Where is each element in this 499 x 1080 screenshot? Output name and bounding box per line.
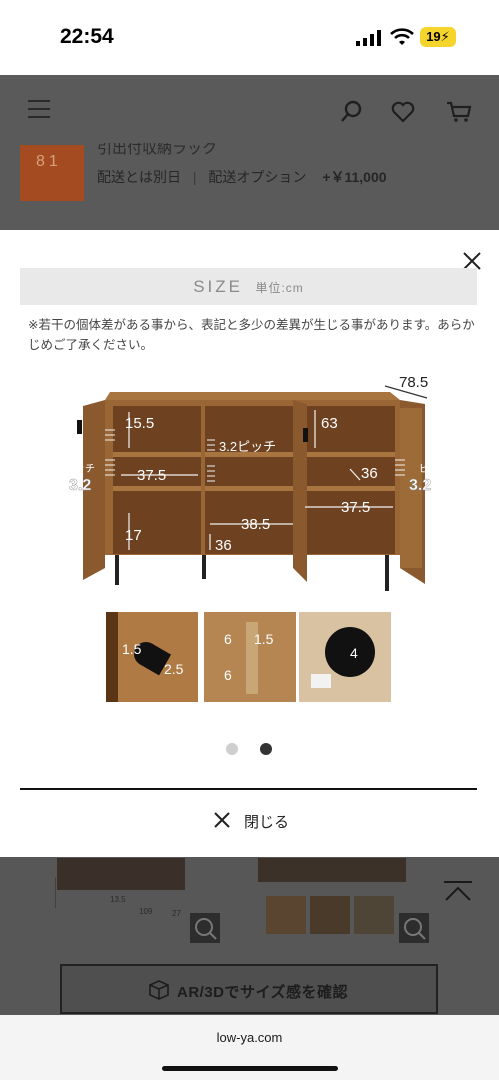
- battery-level: 19: [426, 29, 441, 44]
- shipping-option-label[interactable]: 配送オプション: [208, 169, 306, 185]
- ar-button-label: AR/3Dでサイズ感を確認: [177, 984, 349, 1001]
- size-notice: ※若干の個体差がある事から、表記と多少の差異が生じる事があります。あらかじめご了…: [28, 318, 475, 352]
- detail-knob-l: 2.5: [164, 661, 184, 677]
- back-to-top-icon[interactable]: [443, 880, 473, 904]
- product-title-partial: 引出付収納ラック 詳細: [97, 143, 397, 155]
- dim-pitch-right: 3.2: [409, 477, 431, 494]
- dim-left-width: 37.5: [137, 467, 166, 484]
- detail-hinge-2: 1.5: [254, 631, 274, 647]
- dim-center-depth: 36: [215, 537, 232, 554]
- signal-icon: [356, 30, 381, 46]
- cabinet-size-diagram: 78.5 15.5 3.2ピッチ 63 ピッチ 3.2 37.5 36 ピッチ …: [65, 374, 445, 591]
- status-bar: 22:54 19⚡: [0, 0, 499, 75]
- close-button[interactable]: 閉じる: [200, 806, 320, 836]
- dim-pitch-right-text: ピッチ: [419, 463, 445, 475]
- dim-center-width: 38.5: [241, 516, 270, 533]
- lower-detail-photo[interactable]: [258, 858, 408, 938]
- lower-dim-1: 13.5: [110, 895, 126, 904]
- detail-knob-d: 1.5: [122, 641, 142, 657]
- modal-divider: [20, 788, 477, 790]
- dim-width: 78.5: [399, 374, 428, 391]
- dim-shelf-top: 15.5: [125, 415, 154, 432]
- unit-label: 単位:cm: [255, 281, 304, 295]
- zoom-icon[interactable]: [190, 913, 220, 943]
- detail-hinge-1: 6: [224, 631, 232, 647]
- dim-pitch-left-text: ピッチ: [65, 463, 95, 475]
- zoom-icon-2[interactable]: [399, 913, 429, 943]
- ar-3d-button[interactable]: AR/3Dでサイズ感を確認: [60, 964, 438, 1014]
- browser-domain[interactable]: low-ya.com: [0, 1030, 499, 1045]
- size-banner: SIZE 単位:cm: [20, 268, 477, 305]
- cart-icon[interactable]: [446, 100, 472, 124]
- site-header: [0, 75, 499, 145]
- lower-dim-3: 27: [172, 909, 181, 918]
- detail-hole: 4: [350, 645, 358, 661]
- detail-photos: 1.5 2.5 6 1.5 6 4: [106, 612, 391, 702]
- status-time: 22:54: [60, 25, 114, 48]
- carousel-dot-1[interactable]: [226, 743, 238, 755]
- close-button-label: 閉じる: [244, 814, 290, 831]
- shipping-option-price: +￥11,000: [322, 169, 387, 185]
- shipping-note: 配送とは別日: [97, 169, 181, 185]
- wifi-icon: [390, 28, 414, 45]
- product-title: 引出付収納ラック: [97, 143, 218, 155]
- product-thumbnail[interactable]: 81: [20, 145, 84, 201]
- search-icon[interactable]: [340, 99, 364, 123]
- close-x-icon: [214, 812, 230, 828]
- cube-icon: [149, 980, 169, 1000]
- size-heading: SIZE: [193, 277, 243, 296]
- dim-pitch-center: 3.2ピッチ: [219, 439, 276, 454]
- shipping-row: 配送とは別日 | 配送オプション +￥11,000: [97, 169, 387, 185]
- thumbnail-label: 81: [36, 153, 62, 170]
- heart-icon[interactable]: [391, 101, 415, 123]
- dim-right-width: 37.5: [341, 499, 370, 516]
- carousel-dot-2[interactable]: [260, 743, 272, 755]
- lower-dim-2: 109: [139, 907, 153, 916]
- menu-icon[interactable]: [28, 100, 50, 124]
- dim-right-depth: 36: [361, 465, 378, 482]
- lower-product-photo[interactable]: 13.5 109 27: [55, 858, 195, 922]
- dim-pitch-left: 3.2: [69, 477, 91, 494]
- home-indicator[interactable]: [162, 1066, 338, 1071]
- battery-charging-icon: 19⚡: [420, 27, 456, 47]
- dim-left-bottom: 17: [125, 527, 142, 544]
- detail-hinge-3: 6: [224, 667, 232, 683]
- dim-height-right: 63: [321, 415, 338, 432]
